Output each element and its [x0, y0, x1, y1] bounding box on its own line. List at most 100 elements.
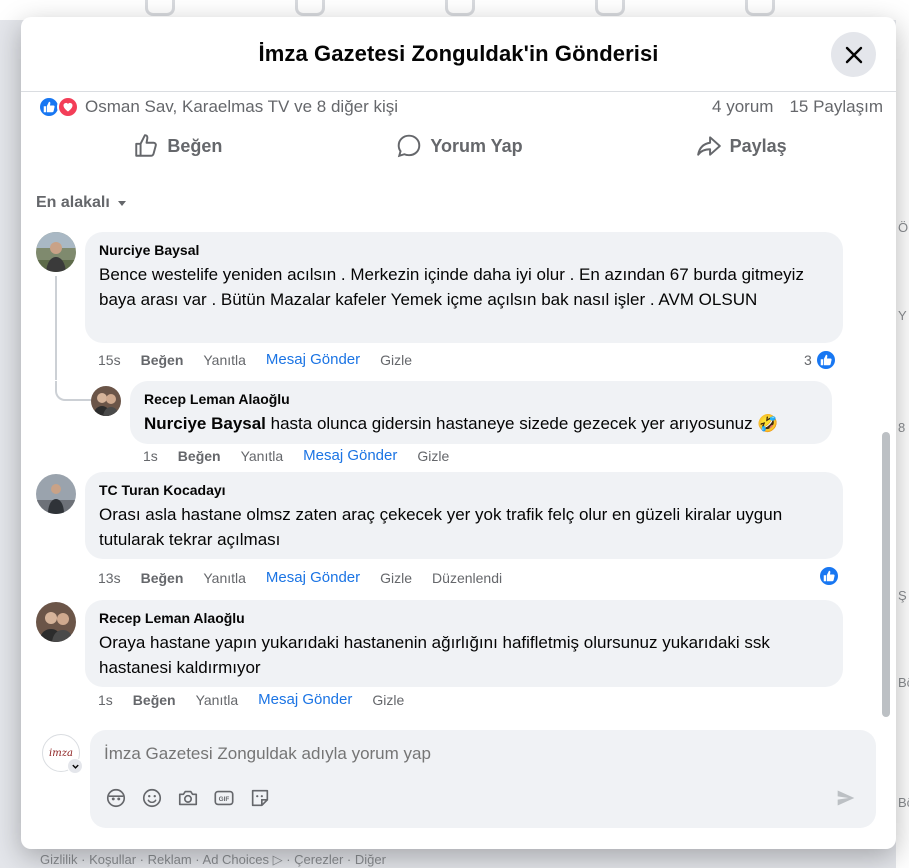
caret-down-icon — [117, 201, 126, 206]
like-button-label: Beğen — [167, 135, 223, 156]
comment-text: Oraya hastane yapın yukarıdaki hastaneni… — [99, 633, 770, 677]
background-right-column: ÖNE Y 8 Ş Bö Bö — [896, 20, 909, 868]
svg-text:GIF: GIF — [219, 796, 230, 803]
comment-timestamp[interactable]: 13s — [98, 570, 121, 586]
comment-like-button[interactable]: Beğen — [133, 692, 176, 708]
background-fragment: Bö — [898, 795, 909, 810]
thread-connector — [55, 276, 57, 380]
avatar[interactable] — [36, 602, 76, 642]
post-dialog: İmza Gazetesi Zonguldak'in Gönderisi Osm… — [21, 17, 896, 849]
avatar-sticker-icon — [106, 788, 126, 808]
comment-reaction-badge[interactable]: 3 — [804, 349, 837, 371]
comment-bubble: Recep Leman Alaoğlu Oraya hastane yapın … — [85, 600, 843, 687]
dialog-title: İmza Gazetesi Zonguldak'in Gönderisi — [258, 41, 659, 66]
comment-hide-button[interactable]: Gizle — [417, 448, 449, 464]
home-icon — [145, 0, 175, 16]
like-button[interactable]: Beğen — [37, 129, 319, 163]
background-fragment: Bö — [898, 675, 909, 690]
reaction-names[interactable]: Osman Sav, Karaelmas TV ve 8 diğer kişi — [85, 97, 398, 117]
comment-hide-button[interactable]: Gizle — [380, 570, 412, 586]
comment-bubble: TC Turan Kocadayı Orası asla hastane olm… — [85, 472, 843, 559]
post-actions: Beğen Yorum Yap Paylaş — [37, 129, 882, 163]
comment-actions: 13s Beğen Yanıtla Mesaj Gönder Gizle Düz… — [98, 569, 502, 586]
comment-button[interactable]: Yorum Yap — [319, 129, 601, 163]
reply-bubble: Recep Leman Alaoğlu Nurciye Baysal hasta… — [130, 381, 832, 444]
like-reaction-icon — [814, 349, 837, 371]
photo-button[interactable] — [176, 786, 200, 810]
avatar[interactable] — [36, 474, 76, 514]
sticker-icon — [251, 789, 269, 807]
mention-link[interactable]: Nurciye Baysal — [144, 414, 266, 433]
comment-timestamp[interactable]: 15s — [98, 352, 121, 368]
background-fragment: ÖNE — [898, 220, 909, 235]
thread-connector-curve — [55, 381, 93, 401]
comment-hide-button[interactable]: Gizle — [372, 692, 404, 708]
chart-icon — [445, 0, 475, 16]
comment-reaction-badge[interactable] — [818, 565, 840, 587]
thumbs-up-icon — [135, 134, 158, 157]
background-fragment: Ş — [898, 588, 907, 603]
share-button-label: Paylaş — [729, 135, 787, 156]
avatar[interactable] — [91, 386, 121, 416]
dialog-scroll-area[interactable]: Osman Sav, Karaelmas TV ve 8 diğer kişi … — [21, 93, 896, 723]
comment-author[interactable]: Recep Leman Alaoğlu — [99, 610, 829, 626]
comment-reply-button[interactable]: Yanıtla — [196, 692, 239, 708]
comment-text: hasta olunca gidersin hastaneye sizede g… — [270, 414, 779, 433]
gif-button[interactable]: GIF — [212, 786, 236, 810]
sort-label: En alakalı — [36, 194, 110, 211]
comment-text: Orası asla hastane olmsz zaten araç çeke… — [99, 505, 783, 549]
megaphone-icon — [595, 0, 625, 16]
comment-author[interactable]: TC Turan Kocadayı — [99, 482, 829, 498]
comment-reply-button[interactable]: Yanıtla — [203, 352, 246, 368]
comment-timestamp[interactable]: 1s — [143, 448, 158, 464]
share-count[interactable]: 15 Paylaşım — [789, 97, 883, 117]
flag-icon — [295, 0, 325, 16]
close-icon — [845, 46, 862, 63]
share-arrow-icon — [696, 136, 721, 156]
comment-reaction-count: 3 — [804, 352, 812, 368]
avatar[interactable] — [36, 232, 76, 272]
sticker-button[interactable] — [248, 786, 272, 810]
comment-message-button[interactable]: Mesaj Gönder — [303, 447, 397, 464]
comment-edited-label: Düzenlendi — [432, 569, 503, 586]
send-button[interactable] — [834, 786, 858, 810]
comment-actions: 1s Beğen Yanıtla Mesaj Gönder Gizle — [98, 691, 404, 708]
comment-actions: 15s Beğen Yanıtla Mesaj Gönder Gizle — [98, 351, 412, 368]
background-fragment: 8 — [898, 420, 906, 435]
composer-toolbar: GIF — [104, 786, 272, 810]
comment-author[interactable]: Recep Leman Alaoğlu — [144, 391, 818, 407]
avatar-sticker-button[interactable] — [104, 786, 128, 810]
scrollbar-thumb[interactable] — [882, 432, 890, 717]
like-reaction-icon — [818, 565, 840, 587]
comment-reply-button[interactable]: Yanıtla — [241, 448, 284, 464]
share-button[interactable]: Paylaş — [600, 129, 882, 163]
comment-count[interactable]: 4 yorum — [712, 97, 773, 117]
comment-like-button[interactable]: Beğen — [141, 570, 184, 586]
comment-message-button[interactable]: Mesaj Gönder — [266, 351, 360, 368]
background-fragment: Y — [898, 308, 907, 323]
smiley-icon — [142, 788, 162, 808]
comment-message-button[interactable]: Mesaj Gönder — [266, 569, 360, 586]
profile-switch-button[interactable] — [67, 758, 83, 774]
comment-message-button[interactable]: Mesaj Gönder — [258, 691, 352, 708]
comment-button-label: Yorum Yap — [430, 135, 523, 156]
comment-timestamp[interactable]: 1s — [98, 692, 113, 708]
comment-input[interactable] — [104, 744, 804, 764]
comment-actions: 1s Beğen Yanıtla Mesaj Gönder Gizle — [143, 447, 449, 464]
comment-hide-button[interactable]: Gizle — [380, 352, 412, 368]
close-button[interactable] — [831, 32, 876, 77]
comment-author[interactable]: Nurciye Baysal — [99, 242, 829, 258]
comment-composer: GIF — [90, 730, 876, 828]
comment-like-button[interactable]: Beğen — [141, 352, 184, 368]
comment-text: Bence westelife yeniden acılsın . Merkez… — [99, 265, 804, 309]
comment-sort-dropdown[interactable]: En alakalı — [36, 194, 128, 212]
video-icon — [745, 0, 775, 16]
comment-bubble-icon — [398, 134, 421, 158]
comment-reply-button[interactable]: Yanıtla — [203, 570, 246, 586]
dialog-header: İmza Gazetesi Zonguldak'in Gönderisi — [21, 17, 896, 92]
emoji-button[interactable] — [140, 786, 164, 810]
comment-like-button[interactable]: Beğen — [178, 448, 221, 464]
reaction-icons[interactable] — [38, 96, 79, 118]
page-avatar-logo: imza — [49, 747, 73, 759]
send-icon — [837, 790, 855, 806]
